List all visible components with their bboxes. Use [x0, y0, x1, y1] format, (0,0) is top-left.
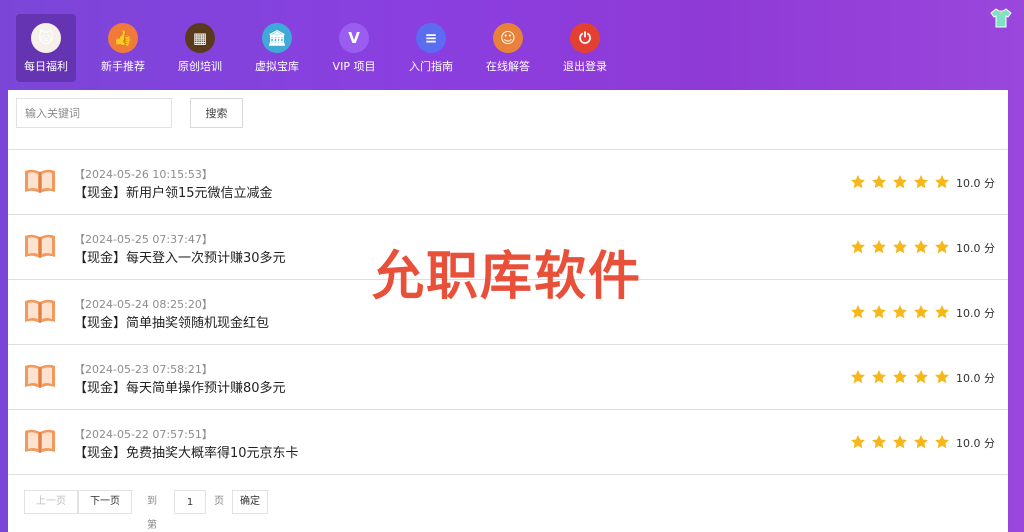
- goto-prefix-label: 到第: [147, 496, 157, 531]
- post-date: 【2024-05-23 07:58:21】: [74, 363, 213, 376]
- rating-stars: [850, 239, 955, 255]
- star-icon: [914, 240, 928, 254]
- blackboard-icon: ▦: [185, 23, 215, 53]
- star-icon: [893, 435, 907, 449]
- nav-item-label: 虚拟宝库: [255, 60, 299, 73]
- nav-item-label: 新手推荐: [101, 60, 145, 73]
- vip-icon: V: [339, 23, 369, 53]
- nav-item-3[interactable]: 🏛 虚拟宝库: [247, 14, 307, 82]
- star-icon: [872, 305, 886, 319]
- post-score: 10.0 分: [956, 307, 995, 320]
- search-input[interactable]: [16, 98, 172, 128]
- post-score: 10.0 分: [956, 177, 995, 190]
- post-score: 10.0 分: [956, 372, 995, 385]
- page-suffix-label: 页: [214, 496, 224, 507]
- nav-item-5[interactable]: ≡ 入门指南: [401, 14, 461, 82]
- book-icon: [25, 364, 55, 388]
- page-number-input[interactable]: [174, 490, 206, 514]
- star-icon: [935, 175, 949, 189]
- post-date: 【2024-05-24 08:25:20】: [74, 298, 213, 311]
- content-panel: 搜索 【2024-05-26 10:15:53】【现金】新用户领15元微信立减金…: [8, 90, 1008, 532]
- star-icon: [935, 305, 949, 319]
- nav-item-7[interactable]: ⏻ 退出登录: [555, 14, 615, 82]
- thumbs-up-icon: 👍: [108, 23, 138, 53]
- star-icon: [851, 305, 865, 319]
- star-icon: [851, 175, 865, 189]
- rating-stars: [850, 304, 955, 320]
- nav-item-label: VIP 项目: [332, 60, 376, 73]
- nav-item-label: 入门指南: [409, 60, 453, 73]
- nav-item-0[interactable]: 🐱 每日福利: [16, 14, 76, 82]
- star-icon: [851, 435, 865, 449]
- rating-stars: [850, 434, 955, 450]
- post-title[interactable]: 【现金】每天登入一次预计赚30多元: [74, 247, 286, 266]
- star-icon: [872, 175, 886, 189]
- post-score: 10.0 分: [956, 242, 995, 255]
- post-row[interactable]: 【2024-05-23 07:58:21】 【现金】每天简单操作预计赚80多元 10…: [8, 344, 1008, 409]
- rating-stars: [850, 369, 955, 385]
- post-title[interactable]: 【现金】新用户领15元微信立减金: [74, 182, 273, 201]
- star-icon: [872, 240, 886, 254]
- star-icon: [893, 370, 907, 384]
- star-icon: [851, 240, 865, 254]
- nav-item-label: 原创培训: [178, 60, 222, 73]
- nav-item-label: 退出登录: [563, 60, 607, 73]
- search-button[interactable]: 搜索: [190, 98, 243, 128]
- nav-item-1[interactable]: 👍 新手推荐: [93, 14, 153, 82]
- lucky-cat-icon: 🐱: [31, 23, 61, 53]
- rating-stars: [850, 174, 955, 190]
- star-icon: [935, 240, 949, 254]
- book-icon: [25, 299, 55, 323]
- bank-icon: 🏛: [262, 23, 292, 53]
- power-icon: ⏻: [570, 23, 600, 53]
- post-list: 【2024-05-26 10:15:53】 【现金】新用户领15元微信立减金 10.…: [8, 149, 1008, 475]
- star-icon: [893, 175, 907, 189]
- post-row[interactable]: 【2024-05-26 10:15:53】 【现金】新用户领15元微信立减金 10.…: [8, 149, 1008, 214]
- post-title[interactable]: 【现金】每天简单操作预计赚80多元: [74, 377, 286, 396]
- document-icon: ≡: [416, 23, 446, 53]
- star-icon: [914, 370, 928, 384]
- post-title[interactable]: 【现金】简单抽奖领随机现金红包: [74, 312, 269, 331]
- post-title[interactable]: 【现金】免费抽奖大概率得10元京东卡: [74, 442, 299, 461]
- post-row[interactable]: 【2024-05-22 07:57:51】 【现金】免费抽奖大概率得10元京东卡 1…: [8, 409, 1008, 475]
- nav-item-2[interactable]: ▦ 原创培训: [170, 14, 230, 82]
- book-icon: [25, 429, 55, 453]
- skin-theme-icon[interactable]: [990, 8, 1012, 28]
- nav-item-4[interactable]: V VIP 项目: [324, 14, 384, 82]
- book-icon: [25, 234, 55, 258]
- next-page-button[interactable]: 下一页: [78, 490, 132, 514]
- star-icon: [851, 370, 865, 384]
- post-date: 【2024-05-25 07:37:47】: [74, 233, 213, 246]
- star-icon: [893, 305, 907, 319]
- star-icon: [872, 435, 886, 449]
- support-agent-icon: ☺: [493, 23, 523, 53]
- book-icon: [25, 169, 55, 193]
- nav-item-6[interactable]: ☺ 在线解答: [478, 14, 538, 82]
- top-navigation: 🐱 每日福利 👍 新手推荐 ▦ 原创培训 🏛 虚拟宝库 V VIP 项目 ≡ 入门指南 ☺ 在线解答 ⏻ 退出…: [0, 0, 1024, 90]
- goto-confirm-button[interactable]: 确定: [232, 490, 268, 514]
- star-icon: [914, 435, 928, 449]
- post-row[interactable]: 【2024-05-25 07:37:47】 【现金】每天登入一次预计赚30多元 10…: [8, 214, 1008, 279]
- star-icon: [935, 370, 949, 384]
- star-icon: [893, 240, 907, 254]
- star-icon: [914, 175, 928, 189]
- star-icon: [935, 435, 949, 449]
- prev-page-button[interactable]: 上一页: [24, 490, 78, 514]
- star-icon: [914, 305, 928, 319]
- post-date: 【2024-05-26 10:15:53】: [74, 168, 213, 181]
- nav-item-label: 每日福利: [24, 60, 68, 73]
- star-icon: [872, 370, 886, 384]
- nav-item-label: 在线解答: [486, 60, 530, 73]
- post-row[interactable]: 【2024-05-24 08:25:20】 【现金】简单抽奖领随机现金红包 10.0…: [8, 279, 1008, 344]
- post-score: 10.0 分: [956, 437, 995, 450]
- post-date: 【2024-05-22 07:57:51】: [74, 428, 213, 441]
